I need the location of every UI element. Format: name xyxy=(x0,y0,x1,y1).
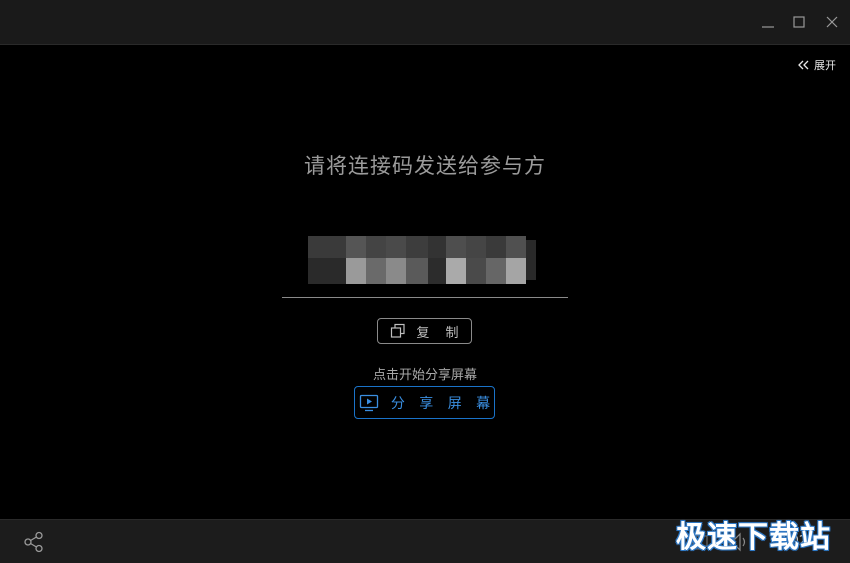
close-button[interactable] xyxy=(820,10,844,34)
maximize-icon xyxy=(793,16,805,28)
expand-panel-toggle[interactable]: 展开 xyxy=(798,56,836,74)
share-icon xyxy=(24,531,43,553)
connection-code-field[interactable] xyxy=(282,226,568,298)
share-hint: 点击开始分享屏幕 xyxy=(372,368,477,383)
copy-button[interactable]: 复 制 xyxy=(377,318,472,344)
share-screen-button-label: 分 享 屏 幕 xyxy=(390,395,496,412)
expand-label: 展开 xyxy=(814,59,836,72)
share-button[interactable] xyxy=(22,530,46,554)
double-chevron-left-icon xyxy=(798,60,809,70)
maximize-button[interactable] xyxy=(787,10,811,34)
title-bar xyxy=(0,0,850,45)
minimize-button[interactable] xyxy=(756,10,780,34)
minimize-icon xyxy=(762,26,774,28)
connection-code-prompt: 请将连接码发送给参与方 xyxy=(304,154,546,178)
connection-code-pixelated xyxy=(308,230,536,284)
copy-button-label: 复 制 xyxy=(416,325,465,341)
watermark-logo: 极速下载站 xyxy=(676,520,831,555)
screen-share-icon xyxy=(359,394,378,411)
close-icon xyxy=(826,16,838,28)
share-screen-button[interactable]: 分 享 屏 幕 xyxy=(354,386,495,419)
copy-icon xyxy=(391,323,406,338)
